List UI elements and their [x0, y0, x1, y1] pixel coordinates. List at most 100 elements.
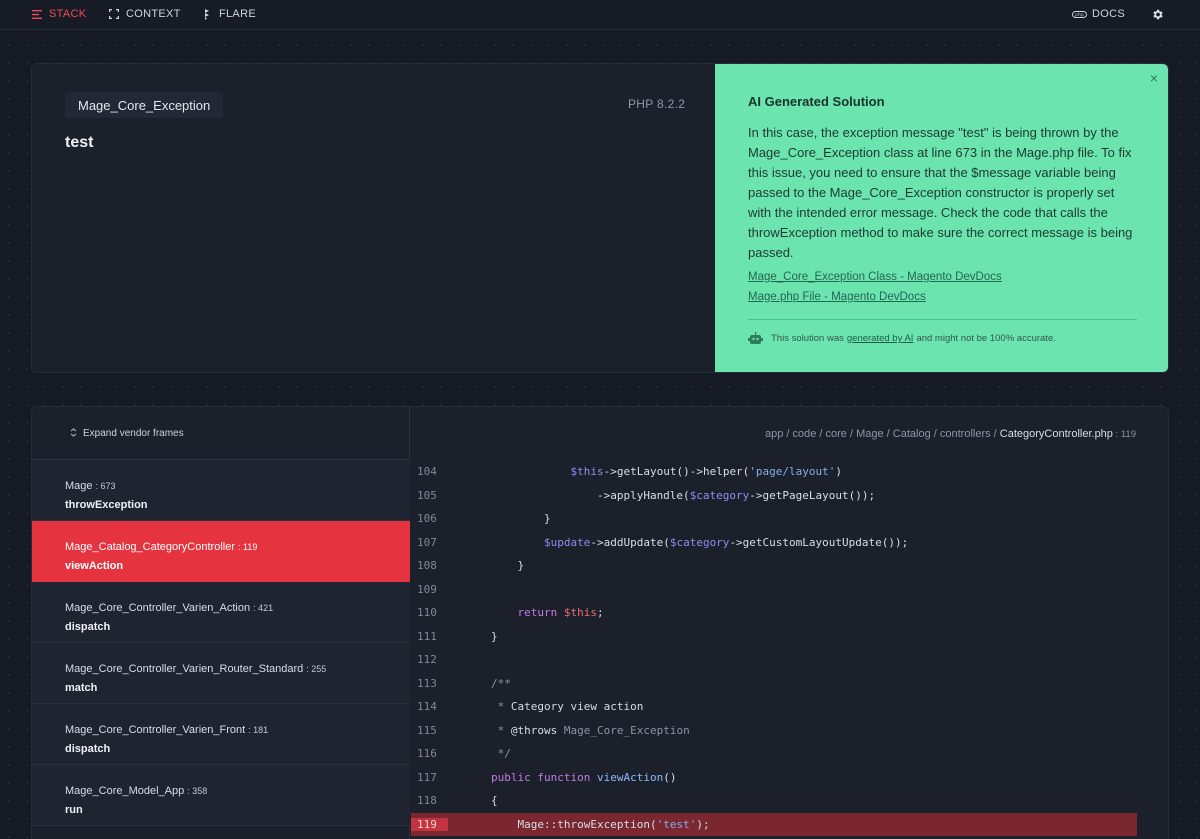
- line-number: 113: [417, 676, 437, 690]
- frame-line: : 255: [306, 664, 327, 674]
- nav-stack-label: STACK: [49, 8, 87, 20]
- stack-trace-panel: Expand vendor frames Mage: 673 throwExcep…: [31, 406, 1169, 839]
- code-line: 110 return $this;: [411, 601, 1137, 625]
- code-viewer: app / code / core / Mage / Catalog / con…: [411, 407, 1168, 839]
- line-number: 104: [417, 465, 437, 479]
- path-segment: Catalog /: [892, 428, 940, 440]
- stack-icon: [30, 9, 44, 19]
- line-number: 117: [417, 770, 437, 784]
- frame-class: Mage_Core_Controller_Varien_Action: [65, 602, 251, 614]
- frame-class: Mage_Core_Controller_Varien_Front: [65, 724, 246, 736]
- svg-text:php: php: [1075, 12, 1084, 17]
- code-text: $this->getLayout()->helper('page/layout'…: [570, 465, 843, 479]
- disclaimer-suffix: and might not be 100% accurate.: [916, 333, 1056, 344]
- code-line: 109: [411, 578, 1137, 602]
- frame-line: : 358: [187, 786, 208, 796]
- path-segment: core /: [825, 428, 857, 440]
- code-line: 117 public function viewAction(): [411, 766, 1137, 790]
- frame-class: Mage_Catalog_CategoryController: [65, 541, 235, 553]
- code-text: /**: [491, 676, 511, 690]
- code-line: 114 * Category view action: [411, 695, 1137, 719]
- line-number: 105: [417, 488, 437, 502]
- code-line: 116 */: [411, 742, 1137, 766]
- solution-divider: [748, 319, 1137, 320]
- robot-icon: [748, 332, 763, 345]
- generated-by-ai-link[interactable]: generated by AI: [847, 333, 914, 344]
- code-line: 111}: [411, 625, 1137, 649]
- code-text: {: [491, 794, 498, 808]
- line-number: 109: [417, 582, 437, 596]
- stack-frame[interactable]: Mage_Core_Controller_Varien_Action: 421 d…: [32, 582, 410, 643]
- solution-link-mage-file[interactable]: Mage.php File - Magento DevDocs: [748, 291, 926, 303]
- nav-context-tab[interactable]: CONTEXT: [107, 0, 181, 28]
- code-line: 113 /**: [411, 672, 1137, 696]
- frames-list: Expand vendor frames Mage: 673 throwExcep…: [32, 407, 410, 839]
- stack-frame[interactable]: Mage_Core_Controller_Varien_Front: 181 di…: [32, 704, 410, 765]
- code-text: }: [491, 559, 525, 573]
- nav-stack-tab[interactable]: STACK: [30, 0, 86, 28]
- line-number: 116: [417, 747, 437, 761]
- path-segment: app /: [764, 428, 793, 440]
- solution-disclaimer: This solution was generated by AI and mi…: [748, 332, 1056, 345]
- frame-line: : 673: [95, 481, 116, 491]
- frame-function: dispatch: [65, 743, 111, 755]
- code-text: }: [491, 512, 551, 526]
- code-line: 107 $update->addUpdate($category->getCus…: [411, 531, 1137, 555]
- expand-corners-icon: [107, 9, 121, 19]
- code-text: Mage::throwException('test');: [491, 817, 710, 831]
- frame-function: match: [65, 682, 98, 694]
- stack-frame[interactable]: Mage_Core_Controller_Varien_Router_Stand…: [32, 643, 410, 704]
- code-line: 108 }: [411, 554, 1137, 578]
- stack-frame[interactable]: Mage_Catalog_CategoryController: 119 view…: [32, 521, 410, 582]
- stack-frame[interactable]: Mage_Core_Model_App: 358 run: [32, 765, 410, 826]
- line-number: 115: [417, 723, 437, 737]
- code-line: 106 }: [411, 507, 1137, 531]
- frame-line: : 119: [237, 542, 258, 552]
- path-segment: controllers /: [939, 428, 1000, 440]
- line-number: 111: [417, 629, 437, 643]
- code-text: }: [491, 629, 498, 643]
- file-line: 119: [1120, 429, 1136, 440]
- code-text: public function viewAction(): [491, 770, 677, 784]
- expand-vendor-frames-button[interactable]: Expand vendor frames: [32, 407, 410, 460]
- file-path: app / code / core / Mage / Catalog / con…: [764, 428, 1136, 440]
- docs-icon: php: [1071, 10, 1087, 18]
- nav-docs-label: DOCS: [1092, 8, 1125, 20]
- code-line: 112: [411, 648, 1137, 672]
- line-number: 110: [417, 606, 437, 620]
- solution-text: In this case, the exception message "tes…: [748, 125, 1133, 260]
- nav-flare-tab[interactable]: FLARE: [200, 0, 256, 28]
- settings-button[interactable]: [1150, 0, 1169, 28]
- nav-context-label: CONTEXT: [126, 8, 181, 20]
- frame-function: dispatch: [65, 621, 111, 633]
- file-name: CategoryController.php: [999, 428, 1113, 440]
- frame-class: Mage_Core_Controller_Varien_Router_Stand…: [65, 663, 304, 675]
- frame-function: run: [65, 804, 83, 816]
- frame-function: throwException: [65, 499, 148, 511]
- frame-class: Mage: [65, 480, 93, 492]
- line-number: 119: [411, 817, 448, 831]
- nav-flare-label: FLARE: [219, 8, 256, 20]
- code-block: 104 $this->getLayout()->helper('page/lay…: [411, 460, 1137, 836]
- code-line: 104 $this->getLayout()->helper('page/lay…: [411, 460, 1137, 484]
- frame-line: : 181: [248, 725, 269, 735]
- ai-solution-panel: × AI Generated Solution In this case, th…: [715, 64, 1168, 372]
- frame-function: viewAction: [65, 560, 124, 572]
- nav-docs-link[interactable]: php DOCS: [1071, 0, 1125, 28]
- flare-icon: [200, 8, 214, 20]
- code-line: 115 * @throws Mage_Core_Exception: [411, 719, 1137, 743]
- close-solution-button[interactable]: ×: [1150, 70, 1158, 86]
- solution-link-exception-class[interactable]: Mage_Core_Exception Class - Magento DevD…: [748, 271, 1002, 283]
- line-number: 114: [417, 700, 437, 714]
- line-number: 106: [417, 512, 437, 526]
- code-text: * Category view action: [491, 700, 644, 714]
- code-text: */: [491, 747, 511, 761]
- exception-class-badge: Mage_Core_Exception: [65, 92, 224, 118]
- exception-message: test: [65, 134, 94, 151]
- line-number: 107: [417, 535, 437, 549]
- line-number: 118: [417, 794, 437, 808]
- expand-vendor-frames-label: Expand vendor frames: [83, 427, 184, 439]
- solution-title: AI Generated Solution: [748, 94, 885, 109]
- line-number: 108: [417, 559, 437, 573]
- stack-frame[interactable]: Mage: 673 throwException: [32, 460, 410, 521]
